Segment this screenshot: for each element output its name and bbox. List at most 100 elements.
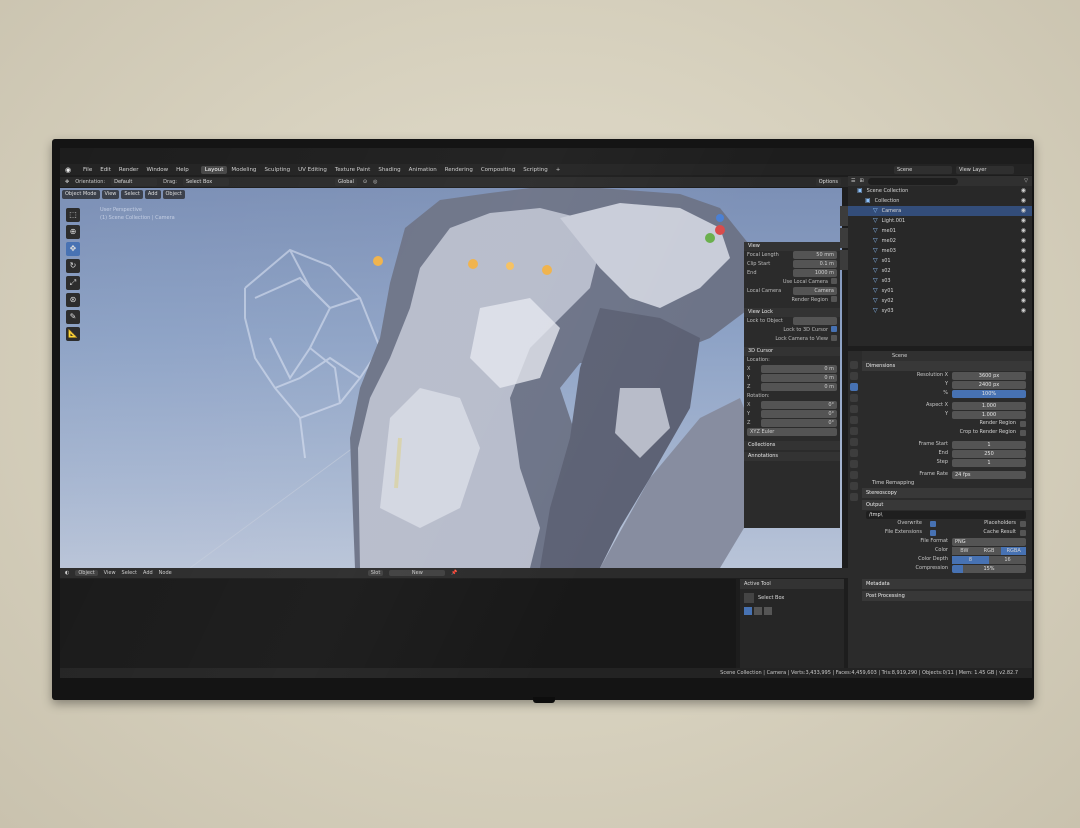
- rot-y-field[interactable]: 0°: [761, 410, 837, 418]
- editor-object-dropdown[interactable]: Object: [75, 570, 98, 576]
- active-tool-header[interactable]: Active Tool: [740, 579, 844, 589]
- view-lock-header[interactable]: View Lock: [744, 308, 840, 317]
- rock-creature-model[interactable]: [350, 188, 760, 568]
- sidebar-tab-tool[interactable]: [840, 228, 848, 248]
- resolution-y-field[interactable]: 2400 px: [952, 380, 1026, 389]
- visibility-eye-icon[interactable]: ◉: [1021, 286, 1026, 296]
- tab-compositing[interactable]: Compositing: [477, 166, 519, 174]
- options-dropdown[interactable]: Options: [815, 178, 841, 186]
- outliner-item[interactable]: ▽ s01 ◉: [848, 256, 1032, 266]
- tab-animation[interactable]: Animation: [405, 166, 441, 174]
- compression-slider[interactable]: 15%: [952, 564, 1026, 573]
- outliner-item[interactable]: ▣ Scene Collection ◉: [848, 186, 1032, 196]
- menu-render[interactable]: Render: [115, 167, 143, 173]
- outliner-item[interactable]: ▣ Collection ◉: [848, 196, 1032, 206]
- tab-sculpting[interactable]: Sculpting: [260, 166, 294, 174]
- tab-rendering[interactable]: Rendering: [441, 166, 477, 174]
- aspect-y-field[interactable]: 1.000: [952, 410, 1026, 419]
- visibility-eye-icon[interactable]: ◉: [1021, 246, 1026, 256]
- pin-icon[interactable]: 📌: [451, 570, 457, 576]
- rotate-tool-icon[interactable]: ↻: [66, 259, 80, 273]
- viewport-menu-view[interactable]: View: [101, 190, 120, 199]
- outliner-item[interactable]: ▽ Light.001 ◉: [848, 216, 1032, 226]
- visibility-eye-icon[interactable]: ◉: [1021, 206, 1026, 216]
- lock-camera-checkbox[interactable]: [831, 335, 837, 341]
- crop-checkbox[interactable]: [1020, 429, 1026, 436]
- clip-end-field[interactable]: 1000 m: [793, 269, 837, 277]
- file-extensions-checkbox[interactable]: [930, 529, 936, 536]
- menu-edit[interactable]: Edit: [96, 167, 115, 173]
- constraints-tab-icon[interactable]: [850, 471, 858, 479]
- time-remapping-header[interactable]: Time Remapping: [862, 479, 1032, 488]
- view-layer-selector[interactable]: View Layer: [956, 165, 1014, 174]
- outliner-item[interactable]: ▽ sy03 ◉: [848, 306, 1032, 316]
- select-mode-new-icon[interactable]: [744, 607, 752, 615]
- color-mode-bw[interactable]: BW: [952, 546, 977, 555]
- outliner-item[interactable]: ▽ me01 ◉: [848, 226, 1032, 236]
- viewport-menu-add[interactable]: Add: [144, 190, 161, 199]
- outliner-item[interactable]: ▽ s03 ◉: [848, 276, 1032, 286]
- tab-texture-paint[interactable]: Texture Paint: [331, 166, 375, 174]
- resolution-percent-field[interactable]: 100%: [952, 389, 1026, 398]
- loc-y-field[interactable]: 0 m: [761, 374, 837, 382]
- visibility-eye-icon[interactable]: ◉: [1021, 216, 1026, 226]
- render-region-checkbox[interactable]: [831, 296, 837, 302]
- color-depth-8[interactable]: 8: [952, 555, 989, 564]
- output-path-field[interactable]: /tmp\: [866, 510, 1026, 519]
- outliner-item[interactable]: ▽ Camera ◉: [848, 206, 1032, 216]
- material-tab-icon[interactable]: [850, 493, 858, 501]
- object-mode-dropdown[interactable]: Object Mode: [62, 190, 100, 199]
- move-tool-icon[interactable]: ✥: [65, 179, 69, 185]
- viewport-menu-object[interactable]: Object: [162, 190, 185, 199]
- sidebar-tab-item[interactable]: [840, 206, 848, 226]
- collections-header[interactable]: Collections: [744, 441, 840, 450]
- scene-tab-icon[interactable]: [850, 405, 858, 413]
- resolution-x-field[interactable]: 3600 px: [952, 371, 1026, 380]
- world-tab-icon[interactable]: [850, 416, 858, 424]
- display-mode-icon[interactable]: ⊞: [859, 178, 863, 184]
- view-section-header[interactable]: View: [744, 242, 840, 251]
- visibility-eye-icon[interactable]: ◉: [1021, 226, 1026, 236]
- blender-logo-icon[interactable]: ◉: [65, 166, 75, 174]
- tab-modeling[interactable]: Modeling: [227, 166, 260, 174]
- scene-selector[interactable]: Scene: [894, 165, 952, 174]
- output-tab-icon[interactable]: [850, 383, 858, 391]
- tab-layout[interactable]: Layout: [200, 165, 228, 174]
- color-depth-16[interactable]: 16: [989, 555, 1026, 564]
- tab-scripting[interactable]: Scripting: [519, 166, 551, 174]
- stereoscopy-header[interactable]: Stereoscopy: [862, 488, 1032, 498]
- local-camera-field[interactable]: Camera: [793, 287, 837, 295]
- move-tool-icon-shelf[interactable]: ✥: [66, 242, 80, 256]
- loc-z-field[interactable]: 0 m: [761, 383, 837, 391]
- sidebar-tab-view[interactable]: [840, 250, 848, 270]
- lock-3d-cursor-checkbox[interactable]: [831, 326, 837, 332]
- loc-x-field[interactable]: 0 m: [761, 365, 837, 373]
- tab-shading[interactable]: Shading: [374, 166, 404, 174]
- 3d-cursor-header[interactable]: 3D Cursor: [744, 347, 840, 356]
- outliner-item[interactable]: ▽ sy01 ◉: [848, 286, 1032, 296]
- dimensions-header[interactable]: Dimensions: [862, 361, 1032, 371]
- menu-window[interactable]: Window: [142, 167, 172, 173]
- node-menu-add[interactable]: Add: [143, 570, 153, 576]
- overwrite-checkbox[interactable]: [930, 520, 936, 527]
- node-menu-node[interactable]: Node: [159, 570, 172, 576]
- rotation-mode-dropdown[interactable]: XYZ Euler: [747, 428, 837, 436]
- outliner-editor-icon[interactable]: ☰: [851, 178, 855, 184]
- visibility-eye-icon[interactable]: ◉: [1021, 236, 1026, 246]
- output-header[interactable]: Output: [862, 500, 1032, 510]
- lock-to-object-field[interactable]: [793, 317, 837, 325]
- frame-start-field[interactable]: 1: [952, 440, 1026, 449]
- measure-tool-icon[interactable]: 📐: [66, 327, 80, 341]
- outliner-item[interactable]: ▽ s02 ◉: [848, 266, 1032, 276]
- color-mode-rgba[interactable]: RGBA: [1001, 546, 1027, 555]
- cache-result-checkbox[interactable]: [1020, 529, 1026, 536]
- modifier-tab-icon[interactable]: [850, 438, 858, 446]
- node-editor-area[interactable]: [60, 579, 736, 668]
- data-tab-icon[interactable]: [850, 482, 858, 490]
- select-mode-subtract-icon[interactable]: [764, 607, 772, 615]
- transform-orientation-dropdown[interactable]: Global: [334, 178, 357, 186]
- annotate-tool-icon[interactable]: ✎: [66, 310, 80, 324]
- snap-icon[interactable]: ⊙: [363, 179, 367, 185]
- view-layer-tab-icon[interactable]: [850, 394, 858, 402]
- select-mode-extend-icon[interactable]: [754, 607, 762, 615]
